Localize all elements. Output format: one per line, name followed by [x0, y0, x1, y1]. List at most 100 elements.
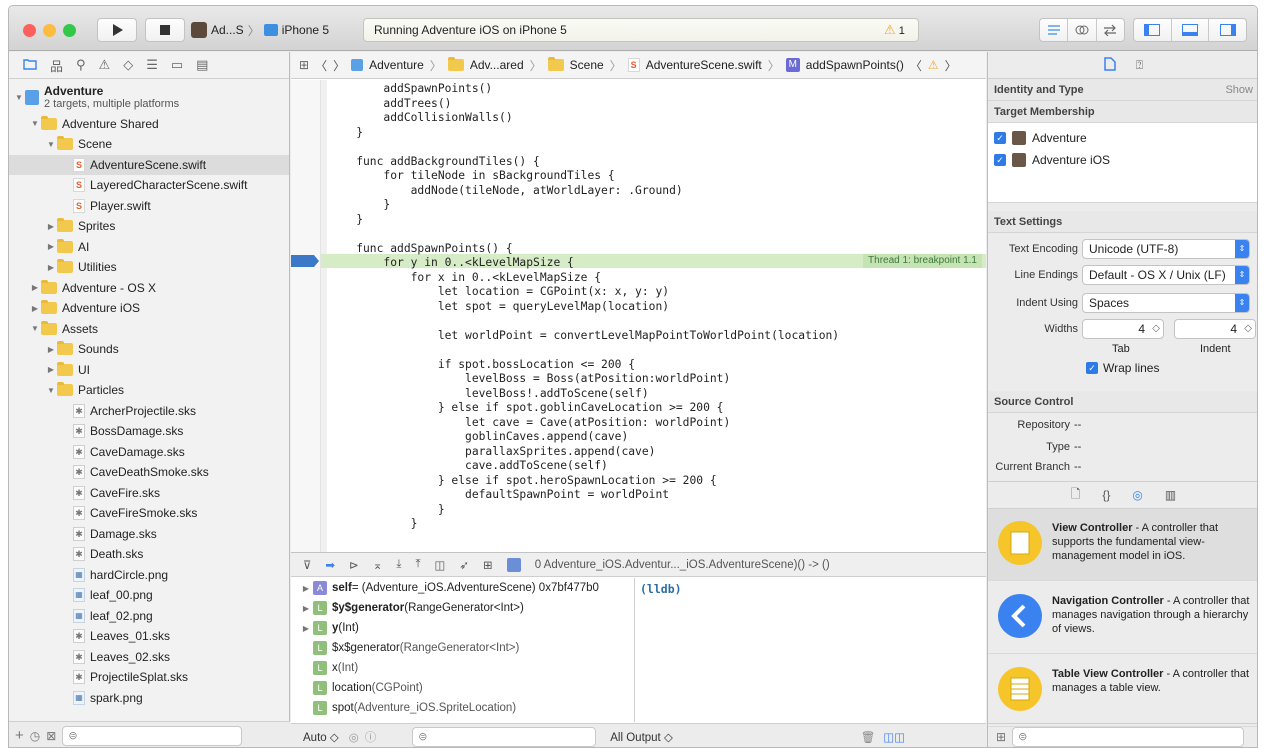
- indent-width-stepper[interactable]: 4 ◇: [1174, 319, 1256, 339]
- variable-row[interactable]: ▶ Ly (Int): [291, 618, 634, 638]
- tree-row[interactable]: S AdventureScene.swift: [9, 154, 289, 175]
- code-line[interactable]: goblinCaves.append(cave): [329, 430, 628, 443]
- tree-row[interactable]: ▶ AI: [9, 237, 289, 258]
- stack-frame-label[interactable]: 0 Adventure_iOS.Adventur..._iOS.Adventur…: [535, 559, 830, 571]
- disclosure-open-icon[interactable]: ▼: [13, 93, 25, 102]
- disclosure-open-icon[interactable]: ▼: [45, 386, 57, 395]
- continue-icon[interactable]: ⊳: [349, 558, 359, 572]
- tree-row[interactable]: ▼ Particles: [9, 380, 289, 401]
- version-editor-icon[interactable]: [1097, 19, 1124, 41]
- tree-row[interactable]: S LayeredCharacterScene.swift: [9, 175, 289, 196]
- object-library-icon[interactable]: ◎: [1132, 488, 1142, 502]
- tree-row[interactable]: ▦ leaf_00.png: [9, 585, 289, 606]
- code-line[interactable]: parallaxSprites.append(cave): [329, 445, 655, 458]
- checkbox-checked-icon[interactable]: ✓: [994, 154, 1006, 166]
- code-line[interactable]: }: [329, 517, 418, 530]
- forward-button[interactable]: 〉: [333, 57, 345, 74]
- tab-width-stepper[interactable]: 4 ◇: [1082, 319, 1164, 339]
- indent-using-popup[interactable]: Spaces ⇕: [1082, 293, 1250, 313]
- code-snippet-icon[interactable]: {}: [1102, 488, 1110, 502]
- line-endings-popup[interactable]: Default - OS X / Unix (LF) ⇕: [1082, 265, 1250, 285]
- show-button[interactable]: Show: [1225, 84, 1253, 96]
- code-line[interactable]: addSpawnPoints(): [329, 82, 492, 95]
- variable-row[interactable]: ▶ Aself = (Adventure_iOS.AdventureScene) …: [291, 578, 634, 598]
- add-icon[interactable]: +: [15, 727, 24, 744]
- scm-filter-icon[interactable]: ⊠: [46, 729, 56, 743]
- disclosure-closed-icon[interactable]: ▶: [45, 345, 57, 354]
- report-tab-icon[interactable]: ▤: [196, 57, 208, 73]
- code-line[interactable]: levelBoss = Boss(atPosition:worldPoint): [329, 372, 730, 385]
- stop-button[interactable]: [145, 18, 185, 42]
- tree-row[interactable]: ▦ spark.png: [9, 688, 289, 709]
- library-item[interactable]: View Controller - A controller that supp…: [988, 509, 1257, 581]
- layout-toggle-icon[interactable]: ◫◫: [883, 730, 905, 744]
- scheme-selector[interactable]: Ad...S 〉 iPhone 5: [191, 18, 329, 42]
- tree-row[interactable]: ▼ Adventure Shared: [9, 114, 289, 135]
- code-line[interactable]: func addBackgroundTiles() {: [329, 155, 540, 168]
- variables-view[interactable]: ▶ Aself = (Adventure_iOS.AdventureScene) …: [291, 578, 635, 722]
- code-line[interactable]: }: [329, 126, 363, 139]
- debug-tab-icon[interactable]: ☰: [146, 57, 158, 73]
- variable-row[interactable]: Lspot (Adventure_iOS.SpriteLocation): [291, 698, 634, 718]
- code-line[interactable]: }: [329, 213, 363, 226]
- prev-issue-button[interactable]: 〈: [910, 57, 922, 74]
- search-icon[interactable]: ⚲: [76, 57, 86, 73]
- code-folding-ribbon[interactable]: [321, 80, 327, 552]
- text-encoding-popup[interactable]: Unicode (UTF-8) ⇕: [1082, 239, 1250, 259]
- identity-section-header[interactable]: Identity and Type Show: [988, 79, 1257, 101]
- code-line[interactable]: defaultSpawnPoint = worldPoint: [329, 488, 669, 501]
- all-output-selector[interactable]: All Output ◇: [610, 730, 673, 744]
- code-line[interactable]: if spot.bossLocation <= 200 {: [329, 358, 635, 371]
- code-line[interactable]: let location = CGPoint(x: x, y: y): [329, 285, 669, 298]
- disclosure-closed-icon[interactable]: ▶: [45, 263, 57, 272]
- jump-item-method[interactable]: addSpawnPoints(): [806, 58, 904, 72]
- library-filter-field[interactable]: ⊜: [1012, 726, 1245, 747]
- view-control[interactable]: [1133, 18, 1247, 42]
- code-line[interactable]: let cave = Cave(atPosition: worldPoint): [329, 416, 730, 429]
- code-line[interactable]: } else if spot.heroSpawnLocation >= 200 …: [329, 474, 717, 487]
- tree-row[interactable]: ▶ UI: [9, 360, 289, 381]
- tree-row[interactable]: ✱ CaveDamage.sks: [9, 442, 289, 463]
- view-debugger-icon[interactable]: ◫: [435, 558, 446, 572]
- eye-icon[interactable]: ◎: [349, 730, 359, 744]
- step-over-icon[interactable]: ⌅: [373, 558, 383, 572]
- code-line[interactable]: let worldPoint = convertLevelMapPointToW…: [329, 329, 839, 342]
- disclosure-open-icon[interactable]: ▼: [29, 324, 41, 333]
- code-line[interactable]: for x in 0..<kLevelMapSize {: [329, 271, 601, 284]
- toggle-utilities-icon[interactable]: [1209, 19, 1246, 41]
- trash-icon[interactable]: 🗑: [861, 730, 876, 744]
- wrap-lines-checkbox[interactable]: ✓ Wrap lines: [1086, 361, 1159, 375]
- disclosure-closed-icon[interactable]: ▶: [29, 304, 41, 313]
- location-icon[interactable]: ➶: [459, 558, 469, 572]
- code-line[interactable]: let spot = queryLevelMap(location): [329, 300, 669, 313]
- breakpoint-tab-icon[interactable]: ▭: [171, 57, 183, 73]
- disclosure-closed-icon[interactable]: ▶: [45, 222, 57, 231]
- jump-item-group[interactable]: Adv...ared: [470, 58, 524, 72]
- variables-filter-field[interactable]: ⊜: [412, 726, 597, 747]
- warning-icon[interactable]: ⚠: [928, 58, 939, 72]
- related-items-icon[interactable]: ⊞: [299, 58, 309, 72]
- tree-row[interactable]: ✱ ProjectileSplat.sks: [9, 667, 289, 688]
- minimize-button[interactable]: [43, 24, 56, 37]
- code-area[interactable]: addSpawnPoints() addTrees() addCollision…: [291, 80, 986, 552]
- tree-row[interactable]: S Player.swift: [9, 196, 289, 217]
- disclosure-closed-icon[interactable]: ▶: [45, 365, 57, 374]
- code-line[interactable]: }: [329, 198, 390, 211]
- disclosure-open-icon[interactable]: ▼: [29, 119, 41, 128]
- jump-item-scene[interactable]: Scene: [570, 58, 604, 72]
- next-issue-button[interactable]: 〉: [945, 57, 957, 74]
- scheme-device[interactable]: iPhone 5: [282, 23, 329, 37]
- run-button[interactable]: [97, 18, 137, 42]
- help-icon[interactable]: ⍰: [1136, 58, 1143, 73]
- tree-row[interactable]: ▦ hardCircle.png: [9, 565, 289, 586]
- tree-row[interactable]: ✱ Leaves_01.sks: [9, 626, 289, 647]
- jump-item-file[interactable]: AdventureScene.swift: [646, 58, 762, 72]
- jump-item-project[interactable]: Adventure: [369, 58, 424, 72]
- auto-selector[interactable]: Auto ◇: [303, 730, 339, 744]
- standard-editor-icon[interactable]: [1040, 19, 1069, 41]
- tree-row[interactable]: ▦ leaf_02.png: [9, 606, 289, 627]
- issue-icon[interactable]: ⚠: [99, 57, 111, 73]
- symbol-tab-icon[interactable]: 品: [50, 56, 63, 75]
- toggle-navigator-icon[interactable]: [1134, 19, 1172, 41]
- tree-row[interactable]: ▼ Adventure 2 targets, multiple platforms: [9, 83, 289, 111]
